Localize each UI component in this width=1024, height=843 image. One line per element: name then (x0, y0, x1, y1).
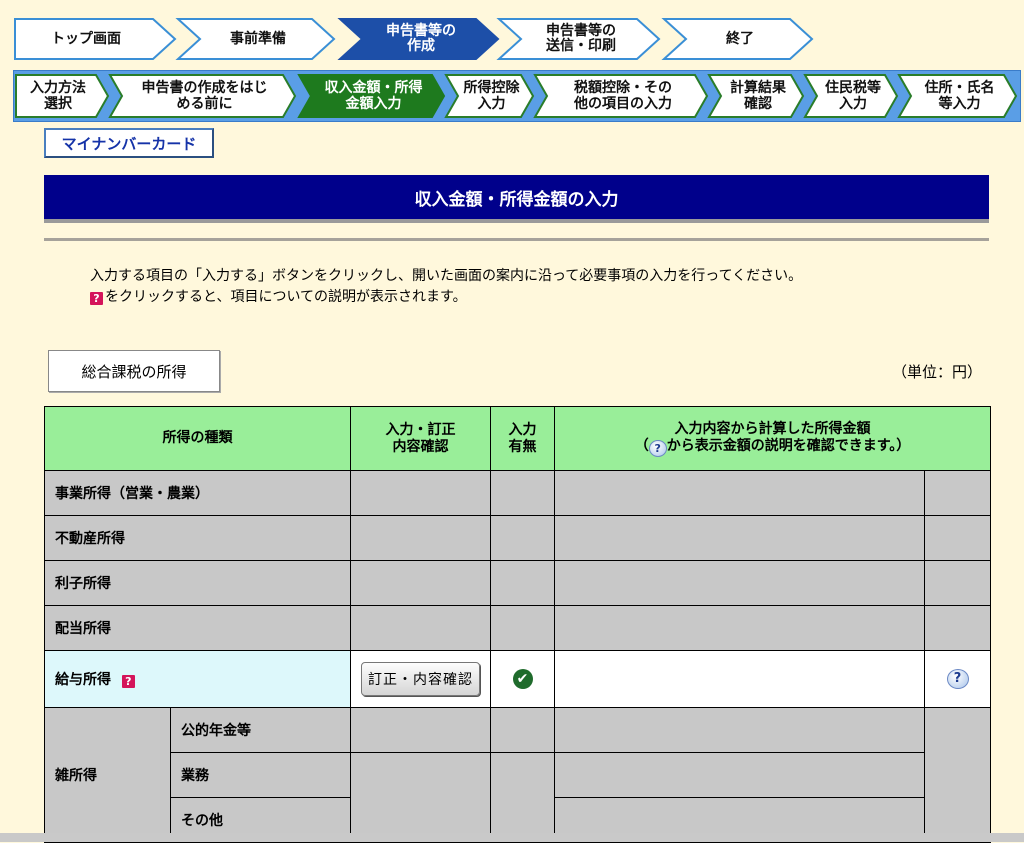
cell-has (490, 515, 555, 561)
cell-has (490, 752, 555, 843)
cell-amount (554, 707, 925, 753)
page-title: 収入金額・所得金額の入力 (44, 175, 989, 223)
cell-amount (554, 752, 925, 798)
row-label-misc: 雑所得 (44, 707, 171, 843)
row-sublabel-business: 業務 (170, 752, 351, 798)
main-step-0: トップ画面 (51, 30, 121, 47)
instructions-line-2-text: をクリックすると、項目についての説明が表示されます。 (105, 289, 467, 305)
check-icon: ✔ (512, 669, 533, 689)
cell-has (490, 605, 555, 651)
paren-open: （ (634, 437, 649, 454)
instructions: 入力する項目の「入力する」ボタンをクリックし、開いた画面の案内に沿って必要事項の… (90, 266, 802, 308)
section-tab-general-taxation[interactable]: 総合課税の所得 (48, 350, 220, 392)
cell-detail (923, 470, 992, 516)
cell-amount (554, 605, 925, 651)
cell-detail (923, 707, 992, 843)
cell-has: ✔ (490, 650, 555, 708)
row-sublabel-pension: 公的年金等 (170, 707, 351, 753)
salary-label: 給与所得 (55, 672, 111, 688)
sub-step-3: 所得控除 入力 (463, 80, 520, 112)
cell-amount (554, 470, 925, 516)
cell-has (490, 470, 555, 516)
help-bubble-icon: ? (648, 439, 667, 457)
header-amount-line-2: （? から表示金額の説明を確認できます。） (555, 438, 990, 457)
cell-input (350, 752, 491, 843)
cell-detail (923, 605, 992, 651)
cell-input (350, 470, 491, 516)
sub-step-bar: 入力方法 選択 申告書の作成をはじ める前に 収入金額・所得 金額入力 所得控除 入力… (13, 70, 1021, 122)
help-bubble-icon[interactable]: ? (946, 669, 969, 689)
table-row: 事業所得（営業・農業） (44, 470, 992, 516)
cell-detail: ? (923, 650, 992, 708)
main-step-3: 申告書等の 送信・印刷 (546, 23, 616, 54)
cell-input (350, 605, 491, 651)
cell-amount (554, 560, 925, 606)
instructions-line-1: 入力する項目の「入力する」ボタンをクリックし、開いた画面の案内に沿って必要事項の… (90, 268, 803, 284)
help-question-icon: ? (90, 292, 103, 305)
main-step-4: 終了 (726, 30, 754, 47)
sub-step-1: 申告書の作成をはじ める前に (141, 80, 268, 112)
table-row: 業務 (45, 752, 991, 843)
row-label-business: 事業所得（営業・農業） (44, 470, 351, 516)
instructions-line-2: ? をクリックすると、項目についての説明が表示されます。 (90, 287, 802, 308)
cell-has (490, 560, 555, 606)
table-row: 利子所得 (44, 560, 992, 606)
cell-input: 訂正・内容確認 (350, 650, 491, 708)
cell-input (350, 560, 491, 606)
cell-input (350, 707, 491, 753)
horizontal-scrollbar[interactable] (0, 833, 1024, 842)
header-amount-line-2-text: から表示金額の説明を確認できます。） (666, 437, 911, 454)
table-row-misc: 雑所得 公的年金等 (44, 707, 992, 843)
mynumber-card-button[interactable]: マイナンバーカード (44, 128, 214, 158)
cell-has (490, 707, 555, 753)
unit-label: （単位：円） (892, 363, 983, 381)
header-calculated-amount: 入力内容から計算した所得金額 （? から表示金額の説明を確認できます。） (553, 406, 992, 471)
cell-input (350, 515, 491, 561)
sub-step-2: 収入金額・所得 金額入力 (324, 80, 423, 112)
table-row-salary: 給与所得 ? 訂正・内容確認 ✔ ? (44, 650, 992, 708)
table-row: 配当所得 (44, 605, 992, 651)
divider (44, 238, 989, 241)
sub-step-0: 入力方法 選択 (30, 80, 86, 112)
table-header-row: 所得の種類 入力・訂正 内容確認 入力 有無 入力内容から計算した所得金額 （?… (44, 406, 992, 471)
row-label-dividend: 配当所得 (44, 605, 351, 651)
table-row: 不動産所得 (44, 515, 992, 561)
sub-step-7: 住所・氏名 等入力 (924, 80, 995, 112)
sub-step-6: 住民税等 入力 (825, 80, 881, 112)
main-step-2: 申告書等の 作成 (386, 23, 456, 54)
header-input-correct: 入力・訂正 内容確認 (350, 406, 491, 471)
main-step-1: 事前準備 (230, 30, 286, 47)
header-amount-line-1: 入力内容から計算した所得金額 (674, 420, 871, 437)
row-label-salary: 給与所得 ? (44, 650, 351, 708)
header-input-has: 入力 有無 (490, 406, 555, 471)
cell-amount (554, 515, 925, 561)
cell-detail (923, 515, 992, 561)
income-table: 所得の種類 入力・訂正 内容確認 入力 有無 入力内容から計算した所得金額 （?… (44, 406, 992, 843)
row-label-real-estate: 不動産所得 (44, 515, 351, 561)
correct-confirm-button[interactable]: 訂正・内容確認 (361, 662, 480, 696)
sub-step-4: 税額控除・その 他の項目の入力 (574, 80, 672, 112)
header-income-kind: 所得の種類 (44, 406, 351, 471)
cell-detail (923, 560, 992, 606)
row-label-interest: 利子所得 (44, 560, 351, 606)
help-question-icon[interactable]: ? (121, 675, 135, 688)
sub-step-5: 計算結果 確認 (730, 80, 786, 112)
salary-amount (554, 650, 925, 708)
